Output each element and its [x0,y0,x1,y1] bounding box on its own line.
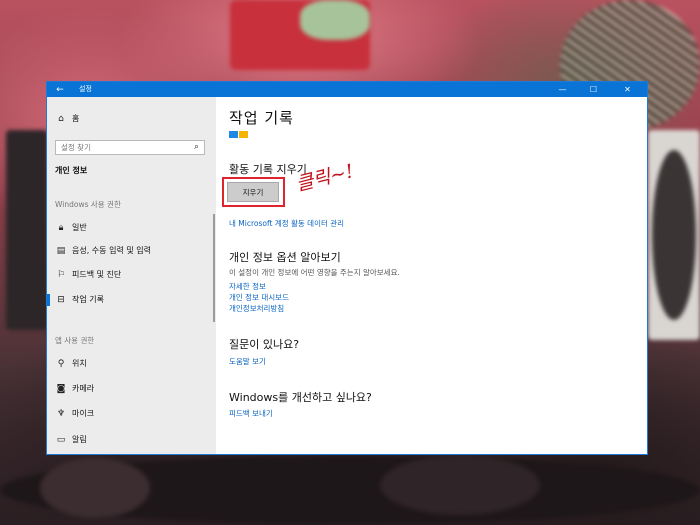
close-button[interactable]: ✕ [612,82,643,97]
camera-icon: ◙ [56,383,66,394]
sidebar-section-apps: 앱 사용 권한 [55,336,95,345]
feedback-icon: ⚐ [56,269,66,280]
search-input[interactable]: 설정 찾기 ⌕ [55,140,205,155]
sidebar-item-label: 피드백 및 진단 [72,270,122,279]
manage-activity-link[interactable]: 내 Microsoft 계정 활동 데이터 관리 [229,218,344,229]
sidebar-item-notifications[interactable]: ▭ 알림 [55,434,87,445]
sidebar-section-windows: Windows 사용 권한 [55,200,121,209]
settings-window: ← 설정 — ☐ ✕ ⌂ 홈 설정 찾기 ⌕ 개인 정보 Windows 사용 … [47,82,647,454]
search-icon[interactable]: ⌕ [194,142,199,152]
window-title: 설정 [79,85,92,93]
sidebar-item-label: 작업 기록 [72,295,104,304]
sidebar-item-general[interactable]: 🔒︎ 일반 [55,222,87,233]
sidebar-item-home[interactable]: ⌂ 홈 [55,113,79,124]
lock-icon: 🔒︎ [58,222,64,233]
sidebar-item-label: 알림 [72,435,87,444]
sidebar-item-camera[interactable]: ◙ 카메라 [55,383,94,394]
main-content: 작업 기록 활동 기록 지우기 지우기 클릭~! 내 Microsoft 계정 … [216,97,647,454]
page-title: 작업 기록 [229,109,294,127]
selected-indicator [47,294,50,306]
notification-icon: ▭ [56,434,66,445]
sidebar-item-label: 카메라 [72,384,95,393]
sidebar-item-speech[interactable]: ▤ 음성, 수동 입력 및 입력 [55,245,151,256]
sidebar-item-feedback[interactable]: ⚐ 피드백 및 진단 [55,269,121,280]
privacy-statement-link[interactable]: 개인정보처리방침 [229,303,284,314]
speech-icon: ▤ [56,245,66,256]
title-bar: ← 설정 — ☐ ✕ [47,82,647,97]
microphone-icon: ♆ [56,408,66,419]
sidebar-item-label: 위치 [72,359,87,368]
privacy-description: 이 설정이 개인 정보에 어떤 영향을 주는지 알아보세요. [229,268,400,277]
sidebar: ⌂ 홈 설정 찾기 ⌕ 개인 정보 Windows 사용 권한 🔒︎ 일반 ▤ … [47,97,216,454]
home-icon: ⌂ [58,113,64,124]
privacy-options-heading: 개인 정보 옵션 알아보기 [229,251,341,264]
sidebar-category-privacy: 개인 정보 [55,166,88,175]
get-help-link[interactable]: 도움말 보기 [229,356,266,367]
learn-more-link[interactable]: 자세한 정보 [229,281,266,292]
sidebar-item-label: 홈 [72,114,80,123]
maximize-button[interactable]: ☐ [578,82,609,97]
sidebar-item-label: 일반 [72,223,87,232]
improve-heading: Windows를 개선하고 싶나요? [229,391,372,404]
question-heading: 질문이 있나요? [229,338,300,351]
sidebar-scrollbar[interactable] [213,214,215,322]
timeline-icon: ⊟ [57,294,65,305]
back-arrow-icon[interactable]: ← [47,82,73,97]
sidebar-item-label: 음성, 수동 입력 및 입력 [72,246,151,255]
sidebar-item-microphone[interactable]: ♆ 마이크 [55,408,94,419]
give-feedback-link[interactable]: 피드백 보내기 [229,408,273,419]
hero-tiles-icon [229,131,248,138]
privacy-dashboard-link[interactable]: 개인 정보 대시보드 [229,292,289,303]
sidebar-item-location[interactable]: ⚲ 위치 [55,358,87,369]
sidebar-item-label: 마이크 [72,409,95,418]
location-icon: ⚲ [57,358,65,369]
clear-button[interactable]: 지우기 [227,182,279,202]
sidebar-item-activity-history[interactable]: ⊟ 작업 기록 [55,294,104,305]
minimize-button[interactable]: — [547,82,578,97]
search-placeholder: 설정 찾기 [61,143,91,152]
